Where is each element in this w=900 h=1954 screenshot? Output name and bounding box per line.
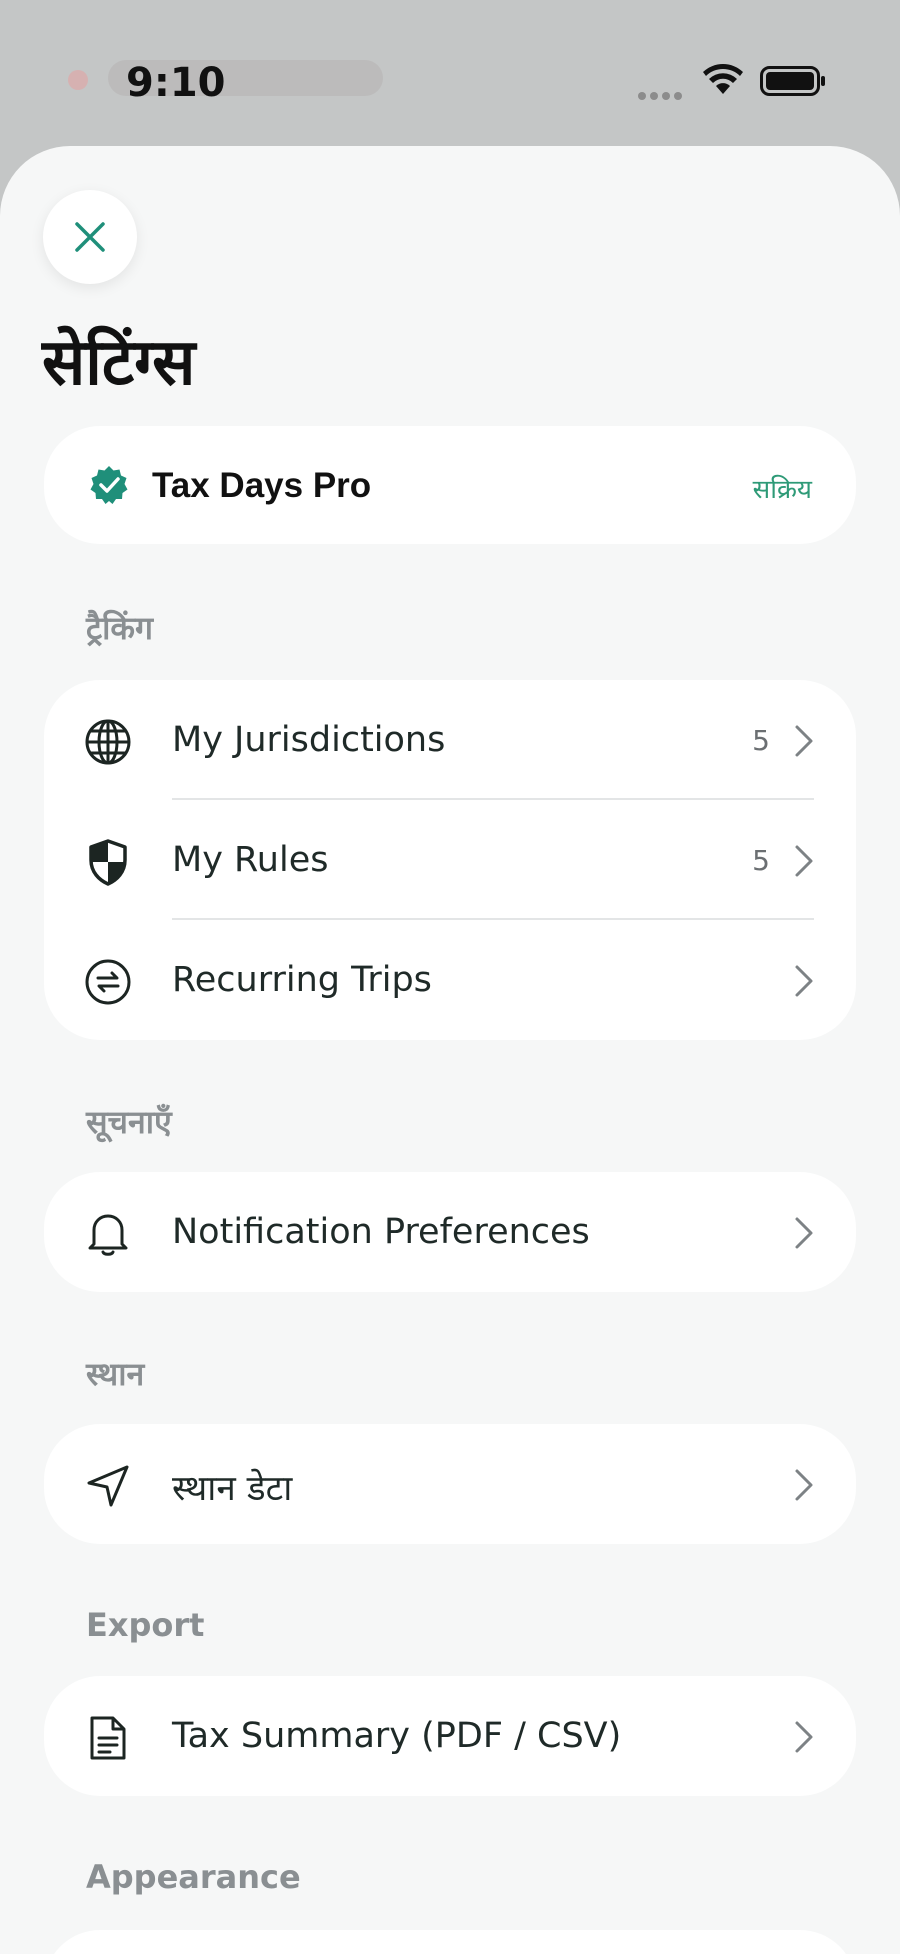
verified-badge-icon [90,466,128,504]
row-label: Recurring Trips [172,960,432,1000]
shield-icon [84,838,132,886]
chevron-right-icon [795,725,813,757]
appearance-card[interactable] [44,1930,856,1954]
export-card: Tax Summary (PDF / CSV) [44,1676,856,1796]
row-label: Notification Preferences [172,1212,590,1252]
document-icon [84,1714,132,1762]
status-bar: 9:10 [0,0,900,150]
section-label-tracking: ट्रैकिंग [86,609,154,647]
globe-icon [84,718,132,766]
notifications-card: Notification Preferences [44,1172,856,1292]
row-count: 5 [752,844,770,877]
row-my-jurisdictions[interactable]: My Jurisdictions 5 [44,680,856,800]
page-title: सेटिंग्स [42,326,196,400]
row-notification-preferences[interactable]: Notification Preferences [44,1172,856,1292]
repeat-icon [84,958,132,1006]
battery-icon [760,66,825,96]
row-label: My Rules [172,840,329,880]
chevron-right-icon [795,1469,813,1501]
close-button[interactable] [43,190,137,284]
pro-plan-name: Tax Days Pro [152,466,372,505]
chevron-right-icon [795,1721,813,1753]
tracking-card: My Jurisdictions 5 My Rules 5 Recurring … [44,680,856,1040]
section-label-location: स्थान [86,1355,145,1393]
row-label: स्थान डेटा [172,1469,293,1509]
row-label: Tax Summary (PDF / CSV) [172,1716,622,1756]
location-card: स्थान डेटा [44,1424,856,1544]
row-location-data[interactable]: स्थान डेटा [44,1424,856,1544]
row-my-rules[interactable]: My Rules 5 [44,800,856,920]
chevron-right-icon [795,1217,813,1249]
status-time: 9:10 [126,60,226,106]
wifi-icon [703,64,743,94]
pro-subscription-card[interactable]: Tax Days Pro सक्रिय [44,426,856,544]
close-icon [75,222,105,252]
settings-sheet: सेटिंग्स Tax Days Pro सक्रिय ट्रैकिंग My… [0,146,900,1954]
chevron-right-icon [795,845,813,877]
row-recurring-trips[interactable]: Recurring Trips [44,920,856,1040]
section-label-appearance: Appearance [86,1858,301,1896]
row-tax-summary[interactable]: Tax Summary (PDF / CSV) [44,1676,856,1796]
row-count: 5 [752,724,770,757]
row-label: My Jurisdictions [172,720,446,760]
pro-status-badge: सक्रिय [752,475,812,505]
location-arrow-icon [84,1462,132,1510]
background-indicator [68,70,88,90]
bell-icon [84,1210,132,1258]
section-label-notifications: सूचनाएँ [86,1103,172,1141]
cellular-signal-icon [638,87,686,100]
section-label-export: Export [86,1606,205,1644]
chevron-right-icon [795,965,813,997]
